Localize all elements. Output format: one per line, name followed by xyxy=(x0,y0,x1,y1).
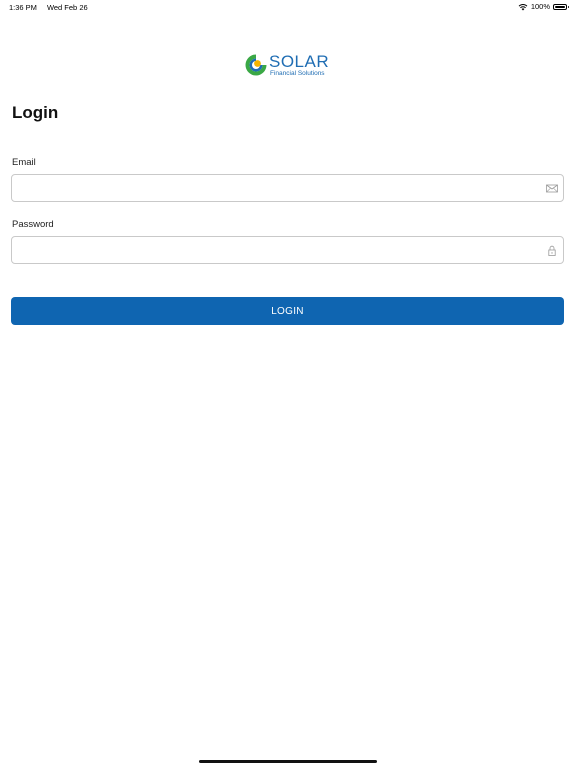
battery-fill xyxy=(555,5,565,8)
status-bar-left: 1:36 PM Wed Feb 26 xyxy=(9,3,88,12)
login-button[interactable]: LOGIN xyxy=(11,297,564,325)
password-field[interactable] xyxy=(12,237,548,263)
wifi-icon xyxy=(518,3,528,10)
password-label: Password xyxy=(12,219,54,230)
logo-subtitle: Financial Solutions xyxy=(270,69,325,77)
email-label: Email xyxy=(12,157,36,168)
status-bar: 1:36 PM Wed Feb 26 100% xyxy=(0,0,576,14)
logo-text: SOLAR Financial Solutions xyxy=(269,53,329,78)
battery-icon xyxy=(553,3,569,10)
battery-percent: 100% xyxy=(530,2,550,11)
logo-mark-icon xyxy=(245,54,267,76)
status-date: Wed Feb 26 xyxy=(46,3,88,12)
home-indicator[interactable] xyxy=(199,760,377,763)
email-field[interactable] xyxy=(12,175,548,201)
status-bar-right: 100% xyxy=(518,2,569,11)
solar-logo: SOLAR Financial Solutions xyxy=(245,51,329,79)
login-screen: 1:36 PM Wed Feb 26 100% SOLAR Financial … xyxy=(0,0,576,768)
page-title: Login xyxy=(12,103,59,122)
lock-icon xyxy=(548,245,556,256)
logo-name: SOLAR xyxy=(269,51,330,71)
email-field-container[interactable] xyxy=(11,174,564,202)
envelope-icon xyxy=(546,184,558,193)
password-field-container[interactable] xyxy=(11,236,564,264)
status-time: 1:36 PM xyxy=(9,3,37,12)
